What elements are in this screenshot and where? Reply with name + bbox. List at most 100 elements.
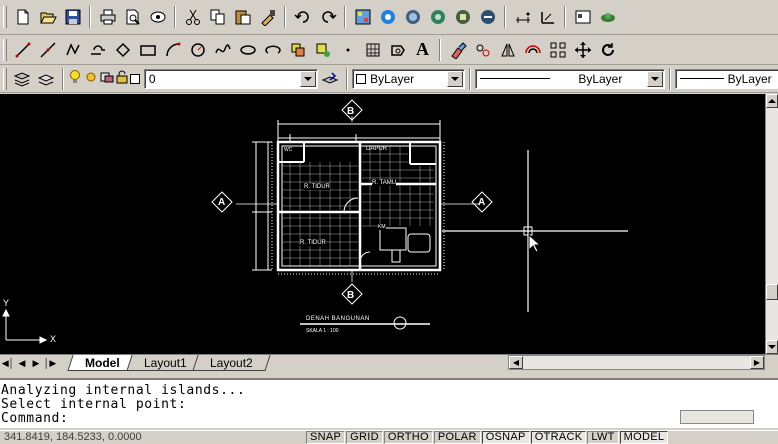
osnap-toggle[interactable]: OSNAP (481, 430, 530, 444)
make-current-layer-icon[interactable] (319, 67, 341, 90)
command-window[interactable]: Analyzing internal islands... Select int… (0, 378, 778, 428)
command-scrollbar[interactable] (680, 410, 754, 424)
scroll-down-arrow-icon[interactable] (766, 340, 778, 354)
hatch-icon[interactable] (361, 38, 384, 61)
open-icon[interactable] (36, 6, 59, 29)
offset-icon[interactable] (521, 38, 544, 61)
polygon-icon[interactable] (86, 38, 109, 61)
copy-icon[interactable] (206, 6, 229, 29)
text-icon[interactable]: A (411, 38, 434, 61)
sheet-set-icon[interactable] (426, 6, 449, 29)
layers-properties-toolbar: 0 ByLayer ByLayer ByLayer (0, 65, 778, 93)
scroll-up-arrow-icon[interactable] (766, 94, 778, 108)
lwt-toggle[interactable]: LWT (587, 430, 619, 444)
print-icon[interactable] (96, 6, 119, 29)
linetype-dropdown[interactable]: ByLayer (475, 68, 665, 89)
layer-previous-icon[interactable] (35, 67, 57, 90)
tab-layout2[interactable]: Layout2 (192, 355, 271, 371)
redo-icon[interactable] (316, 6, 339, 29)
vertical-scrollbar[interactable] (765, 94, 778, 354)
separator (61, 67, 64, 90)
next-tab-icon[interactable]: ▶ (30, 356, 42, 370)
separator (89, 6, 91, 28)
construction-line-icon[interactable] (36, 38, 59, 61)
last-tab-icon[interactable]: │▶ (44, 356, 57, 370)
snap-toggle[interactable]: SNAP (306, 430, 346, 444)
separator (439, 38, 441, 61)
separator (174, 6, 176, 28)
first-tab-icon[interactable]: ◀│ (2, 356, 15, 370)
region-icon[interactable] (386, 38, 409, 61)
rectangle-icon[interactable] (111, 38, 134, 61)
design-center-icon[interactable] (351, 6, 374, 29)
tab-model-label: Model (85, 355, 120, 370)
color-value: ByLayer (370, 71, 415, 86)
copy-object-icon[interactable] (471, 38, 494, 61)
layer-manager-icon[interactable] (11, 67, 33, 90)
room-label: R. TIDUR (300, 240, 326, 246)
publish-icon[interactable] (146, 6, 169, 29)
ucs-x-label: X (50, 334, 57, 344)
polyline-icon[interactable] (61, 38, 84, 61)
toolbar-grip[interactable] (3, 67, 7, 90)
undo-icon[interactable] (291, 6, 314, 29)
rect-icon[interactable] (136, 38, 159, 61)
command-prompt[interactable]: Command: (1, 412, 778, 426)
line-icon[interactable] (11, 38, 34, 61)
cut-icon[interactable] (181, 6, 204, 29)
move-icon[interactable] (571, 38, 594, 61)
layer-color-icon[interactable] (100, 70, 114, 87)
model-toggle[interactable]: MODEL (619, 430, 669, 444)
autocad-a-icon[interactable] (376, 6, 399, 29)
ellipse-icon[interactable] (236, 38, 259, 61)
plot-preview-icon[interactable] (121, 6, 144, 29)
toolbar-grip[interactable] (3, 38, 7, 61)
lineweight-value: ByLayer (727, 71, 772, 86)
drawing-area[interactable]: B B A A WC DAPUR R. TIDUR R. TAMU R. TID… (0, 94, 765, 354)
scroll-thumb[interactable] (766, 284, 778, 300)
save-icon[interactable] (61, 6, 84, 29)
separator (668, 67, 671, 90)
ortho-toggle[interactable]: ORTHO (383, 430, 433, 444)
prev-tab-icon[interactable]: ◀ (16, 356, 28, 370)
array-icon[interactable] (546, 38, 569, 61)
scroll-right-arrow-icon[interactable]: ▶ (750, 356, 764, 369)
spline-icon[interactable] (211, 38, 234, 61)
horizontal-scrollbar[interactable]: ◀ ▶ (508, 355, 765, 370)
match-properties-icon[interactable] (256, 6, 279, 29)
scroll-left-arrow-icon[interactable]: ◀ (509, 356, 523, 369)
layer-dropdown[interactable]: 0 (143, 68, 319, 89)
otrack-toggle[interactable]: OTRACK (530, 430, 587, 444)
tool-palette-icon[interactable] (401, 6, 424, 29)
point-icon[interactable] (336, 38, 359, 61)
lock-icon[interactable] (116, 70, 128, 87)
chevron-down-icon[interactable] (300, 70, 317, 87)
rotate-icon[interactable] (596, 38, 619, 61)
chevron-down-icon[interactable] (646, 70, 663, 87)
erase-icon[interactable] (446, 38, 469, 61)
grid-toggle[interactable]: GRID (346, 430, 383, 444)
chevron-down-icon[interactable] (447, 70, 464, 87)
calculator-icon[interactable] (476, 6, 499, 29)
insert-block-icon[interactable] (286, 38, 309, 61)
circle-icon[interactable] (186, 38, 209, 61)
separator (284, 6, 286, 28)
ellipse-arc-icon[interactable] (261, 38, 284, 61)
properties-icon[interactable] (571, 6, 594, 29)
toolbar-grip[interactable] (3, 6, 7, 28)
measure-icon[interactable] (511, 6, 534, 29)
sun-icon[interactable] (596, 6, 619, 29)
markup-icon[interactable] (451, 6, 474, 29)
make-block-icon[interactable] (311, 38, 334, 61)
arc-icon[interactable] (161, 38, 184, 61)
paste-icon[interactable] (231, 6, 254, 29)
polar-toggle[interactable]: POLAR (433, 430, 481, 444)
new-file-icon[interactable] (11, 6, 34, 29)
color-dropdown[interactable]: ByLayer (352, 68, 466, 89)
mirror-icon[interactable] (496, 38, 519, 61)
sun-freeze-icon[interactable] (84, 70, 98, 87)
axis-label-bottom: B (347, 290, 355, 301)
bulb-icon[interactable] (68, 69, 82, 88)
dimension-icon[interactable] (536, 6, 559, 29)
lineweight-dropdown[interactable]: ByLayer (674, 68, 778, 89)
